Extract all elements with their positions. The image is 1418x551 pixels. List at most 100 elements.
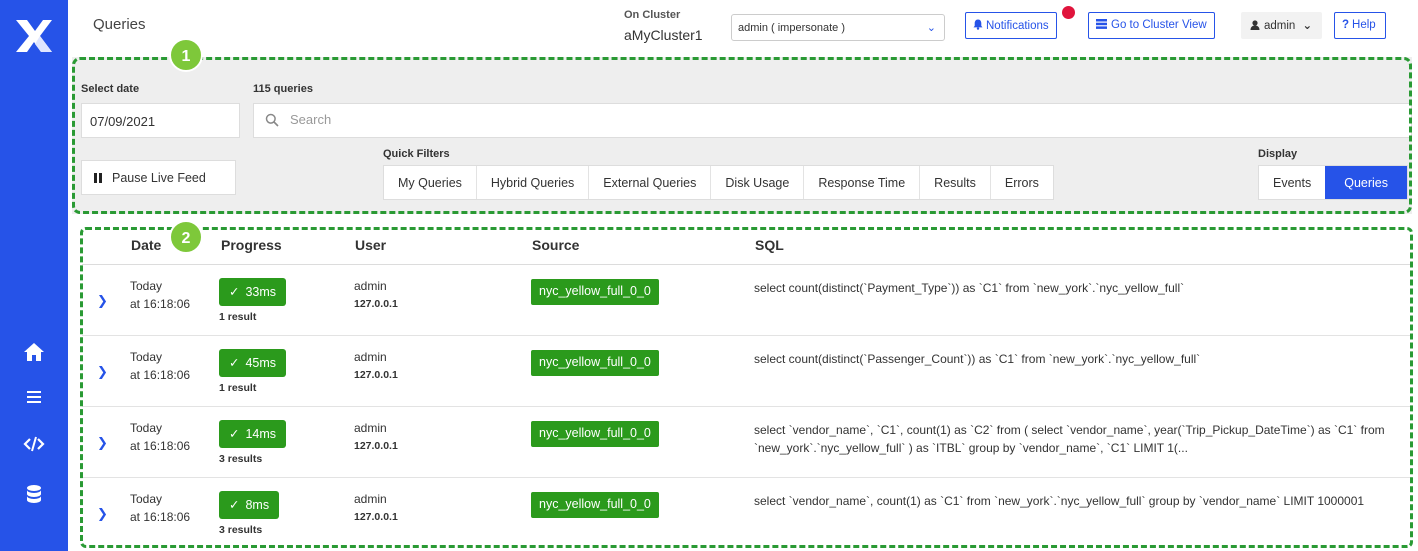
chevron-right-icon[interactable]: ❯ [97,435,108,451]
cluster-label: On Cluster [624,9,681,21]
row-duration: 33ms [245,285,277,299]
pause-icon [94,171,104,185]
row-day: Today [130,421,163,435]
source-badge: nyc_yellow_full_0_0 [531,279,659,305]
cluster-view-label: Go to Cluster View [1111,19,1207,31]
page-title: Queries [93,16,146,33]
chevron-down-icon: ⌄ [926,22,936,34]
cluster-view-button[interactable]: Go to Cluster View [1088,12,1215,39]
x-logo-icon[interactable] [14,18,54,54]
progress-badge: ✓ 8ms [219,491,280,519]
impersonate-value: admin ( impersonate ) [738,22,845,34]
row-sql: select `vendor_name`, `C1`, count(1) as … [754,423,1385,455]
user-menu-button[interactable]: admin ⌄ [1241,12,1322,39]
row-ip: 127.0.0.1 [354,369,398,381]
row-time: at 16:18:06 [130,297,191,311]
check-icon: ✓ [229,356,240,370]
row-sql: select count(distinct(`Payment_Type`)) a… [754,281,1185,295]
row-time: at 16:18:06 [130,368,191,382]
check-icon: ✓ [229,427,240,441]
table-row[interactable]: ❯ Today at 16:18:06 ✓ 45ms 1 result admin… [82,336,1412,407]
chevron-right-icon[interactable]: ❯ [97,293,108,309]
row-day: Today [130,350,163,364]
filter-external-queries[interactable]: External Queries [589,166,712,199]
display-toggle: Events Queries [1258,165,1408,200]
row-sql: select `vendor_name`, count(1) as `C1` f… [754,494,1365,508]
row-day: Today [130,279,163,293]
list-icon[interactable] [22,386,46,408]
notifications-button[interactable]: Notifications [965,12,1057,39]
display-events[interactable]: Events [1259,166,1325,199]
sidebar [0,0,68,551]
check-icon: ✓ [229,285,240,299]
date-input[interactable]: 07/09/2021 [81,103,240,138]
source-badge: nyc_yellow_full_0_0 [531,492,659,518]
top-header: Queries On Cluster aMyCluster1 admin ( i… [68,0,1418,50]
chevron-right-icon[interactable]: ❯ [97,364,108,380]
col-progress: Progress [221,237,282,253]
filter-disk-usage[interactable]: Disk Usage [711,166,805,199]
row-results: 3 results [219,453,263,465]
row-user: admin [354,421,387,435]
row-user: admin [354,350,387,364]
code-icon[interactable] [22,433,46,455]
user-label: admin [1264,20,1296,32]
chevron-right-icon[interactable]: ❯ [97,506,108,522]
query-count: 115 queries [253,83,313,95]
bell-icon [973,19,983,30]
impersonate-select[interactable]: admin ( impersonate ) ⌄ [731,14,945,41]
help-icon: ? [1342,19,1350,31]
source-badge: nyc_yellow_full_0_0 [531,421,659,447]
filter-response-time[interactable]: Response Time [804,166,921,199]
annotation-badge-1: 1 [169,38,203,72]
filter-my-queries[interactable]: My Queries [384,166,477,199]
chevron-down-icon: ⌄ [1302,20,1313,32]
select-date-label: Select date [81,83,140,95]
help-button[interactable]: ? Help [1334,12,1386,39]
notification-dot [1062,6,1075,19]
row-user: admin [354,279,387,293]
help-label: Help [1352,19,1376,31]
server-icon [1096,19,1107,29]
filter-errors[interactable]: Errors [991,166,1053,199]
row-ip: 127.0.0.1 [354,511,398,523]
table-row[interactable]: ❯ Today at 16:18:06 ✓ 14ms 3 results admi… [82,407,1412,478]
row-results: 1 result [219,311,257,323]
row-results: 1 result [219,382,257,394]
row-day: Today [130,492,163,506]
cluster-name: aMyCluster1 [624,27,703,43]
search-icon [265,113,279,127]
row-time: at 16:18:06 [130,439,191,453]
col-date: Date [131,237,162,253]
filter-results[interactable]: Results [920,166,991,199]
table-row[interactable]: ❯ Today at 16:18:06 ✓ 33ms 1 result admin… [82,265,1412,336]
notifications-label: Notifications [986,20,1049,32]
database-icon[interactable] [22,483,46,505]
pause-live-feed-button[interactable]: Pause Live Feed [81,160,236,195]
col-user: User [355,237,387,253]
table-row[interactable]: ❯ Today at 16:18:06 ✓ 8ms 3 results admin… [82,478,1412,549]
home-icon[interactable] [22,341,46,363]
quick-filters-label: Quick Filters [383,148,450,160]
row-user: admin [354,492,387,506]
display-queries[interactable]: Queries [1325,166,1407,199]
filter-hybrid-queries[interactable]: Hybrid Queries [477,166,590,199]
col-source: Source [532,237,580,253]
user-icon [1250,20,1260,30]
progress-badge: ✓ 14ms [219,420,287,448]
row-results: 3 results [219,524,263,536]
col-sql: SQL [755,237,784,253]
progress-badge: ✓ 33ms [219,278,287,306]
progress-badge: ✓ 45ms [219,349,287,377]
row-duration: 45ms [245,356,277,370]
row-sql: select count(distinct(`Passenger_Count`)… [754,352,1201,366]
row-duration: 14ms [245,427,277,441]
row-duration: 8ms [245,498,270,512]
source-badge: nyc_yellow_full_0_0 [531,350,659,376]
search-input[interactable] [290,112,990,127]
display-label: Display [1258,148,1298,160]
quick-filters-group: My Queries Hybrid Queries External Queri… [383,165,1054,200]
pause-label: Pause Live Feed [112,171,206,185]
search-box[interactable] [253,103,1412,138]
annotation-badge-2: 2 [169,220,203,254]
